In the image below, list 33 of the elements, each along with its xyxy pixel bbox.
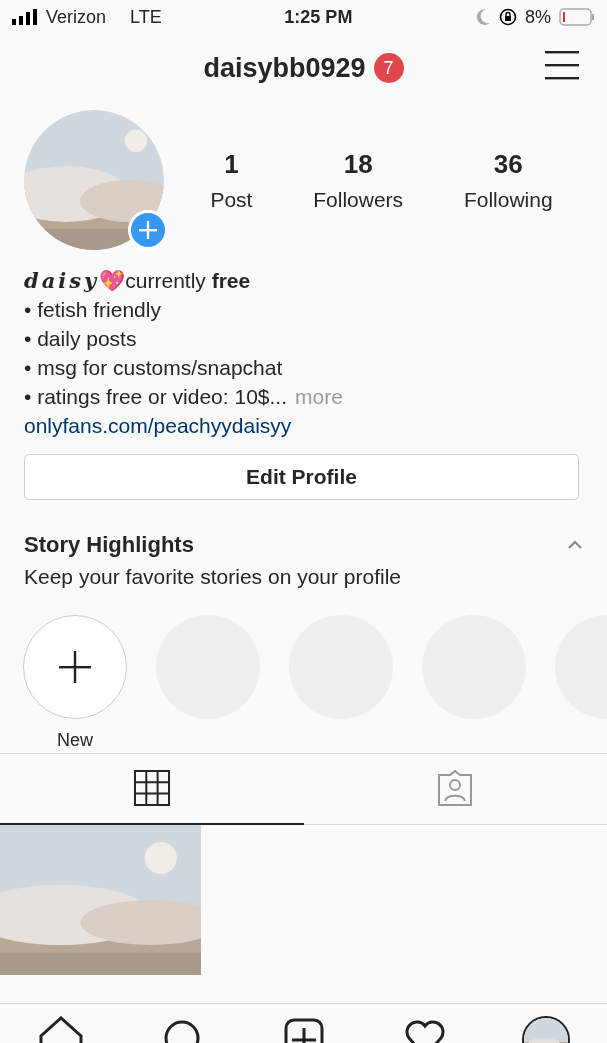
profile-avatar-icon[interactable] (522, 1015, 571, 1043)
plus-icon (59, 650, 91, 683)
signal-icon (12, 9, 38, 25)
grid-icon (133, 770, 170, 806)
caret-icon[interactable] (567, 539, 583, 550)
carrier-name: Verizon (46, 5, 107, 29)
battery-percent: 8% (525, 5, 551, 29)
username: daisybb0929 (203, 51, 366, 85)
rotation-lock-icon (499, 8, 517, 26)
profile-name: daisy💖currently free (24, 267, 252, 295)
stat-label: Followers (313, 186, 404, 213)
stat-label: Post (210, 186, 253, 213)
bio-line: • fetish friendly (24, 298, 161, 321)
bio-line: • ratings free or video: 10$... (24, 384, 287, 410)
profile-link[interactable]: onlyfans.com/peachyydaisyy (24, 414, 292, 437)
section-subtitle: Keep your favorite stories on your profile (24, 564, 403, 590)
add-story-icon (128, 210, 168, 250)
notification-badge: 7 (373, 53, 404, 83)
section-title: Story Highlights (24, 531, 194, 559)
stat-count: 1 (223, 147, 240, 181)
edit-profile-button[interactable]: Edit Profile (24, 454, 579, 500)
network-type: LTE (130, 5, 162, 29)
stat-count: 36 (492, 147, 524, 181)
stat-count: 18 (342, 147, 374, 181)
bio-line: • msg for customs/snapchat (24, 356, 283, 379)
bio-line: • daily posts (24, 327, 137, 350)
highlight-label: New (57, 728, 93, 752)
moon-icon (475, 8, 491, 26)
menu-button[interactable] (545, 50, 579, 80)
stat-label: Following (463, 186, 553, 213)
battery-icon (559, 8, 595, 26)
person-tag-icon (436, 770, 475, 806)
status-time: 1:25 PM (284, 5, 353, 29)
